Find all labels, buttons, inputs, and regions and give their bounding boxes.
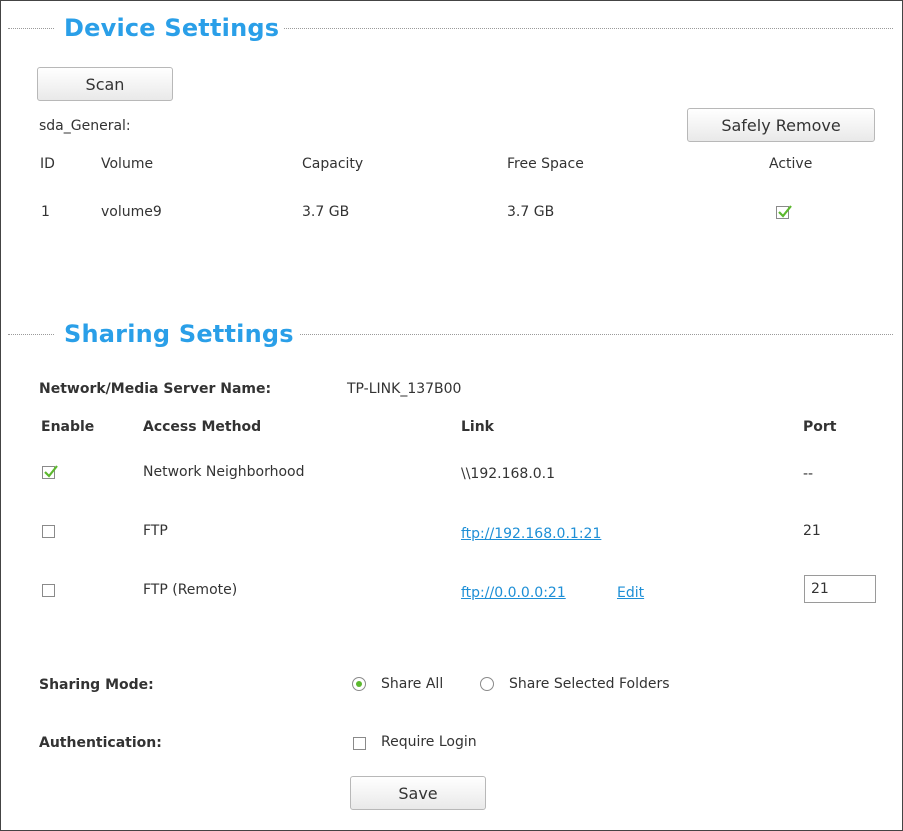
access-method-ftp: FTP (143, 523, 168, 539)
volume-capacity: 3.7 GB (302, 204, 350, 220)
network-neighborhood-link: \\192.168.0.1 (461, 466, 556, 482)
checkmark-icon (778, 205, 792, 218)
scan-button[interactable]: Scan (37, 67, 173, 101)
column-header-capacity: Capacity (302, 156, 364, 172)
access-method-network-neighborhood: Network Neighborhood (143, 464, 305, 480)
ftp-remote-edit-link[interactable]: Edit (617, 585, 644, 601)
header-divider (8, 28, 54, 29)
sharing-mode-label: Sharing Mode: (39, 677, 154, 693)
share-selected-folders-radio[interactable] (480, 677, 494, 691)
ftp-link[interactable]: ftp://192.168.0.1:21 (461, 526, 601, 542)
device-settings-header: Device Settings (8, 14, 893, 44)
authentication-label: Authentication: (39, 735, 162, 751)
volume-name: volume9 (101, 204, 162, 220)
column-header-id: ID (40, 156, 55, 172)
require-login-checkbox[interactable] (353, 737, 366, 750)
device-settings-title: Device Settings (64, 14, 280, 42)
column-header-access-method: Access Method (143, 419, 262, 435)
share-all-radio[interactable] (352, 677, 366, 691)
header-divider (300, 334, 893, 335)
volume-id: 1 (41, 204, 50, 220)
sharing-settings-header: Sharing Settings (8, 320, 893, 350)
column-header-port: Port (803, 419, 837, 435)
enable-ftp-remote-checkbox[interactable] (42, 584, 55, 597)
checkmark-icon (44, 465, 58, 478)
server-name-value: TP-LINK_137B00 (347, 381, 462, 397)
ftp-remote-link[interactable]: ftp://0.0.0.0:21 (461, 585, 566, 601)
radio-selected-dot (356, 681, 362, 687)
header-divider (8, 334, 54, 335)
column-header-volume: Volume (101, 156, 154, 172)
header-divider (284, 28, 893, 29)
access-method-ftp-remote: FTP (Remote) (143, 582, 238, 598)
share-selected-folders-label[interactable]: Share Selected Folders (509, 676, 670, 692)
column-header-link: Link (461, 419, 494, 435)
server-name-label: Network/Media Server Name: (39, 381, 272, 397)
volume-free-space: 3.7 GB (507, 204, 555, 220)
ftp-port: 21 (803, 523, 821, 539)
disk-name: sda_General: (39, 118, 131, 134)
require-login-label[interactable]: Require Login (381, 734, 477, 750)
network-neighborhood-port: -- (803, 466, 814, 482)
ftp-remote-port-input[interactable] (804, 575, 876, 603)
safely-remove-button[interactable]: Safely Remove (687, 108, 875, 142)
column-header-active: Active (769, 156, 813, 172)
save-button[interactable]: Save (350, 776, 486, 810)
enable-network-neighborhood-checkbox[interactable] (42, 465, 58, 479)
sharing-settings-title: Sharing Settings (64, 320, 294, 348)
volume-active-checkbox[interactable] (776, 205, 792, 219)
share-all-label[interactable]: Share All (381, 676, 443, 692)
column-header-free-space: Free Space (507, 156, 584, 172)
enable-ftp-checkbox[interactable] (42, 525, 55, 538)
column-header-enable: Enable (41, 419, 95, 435)
